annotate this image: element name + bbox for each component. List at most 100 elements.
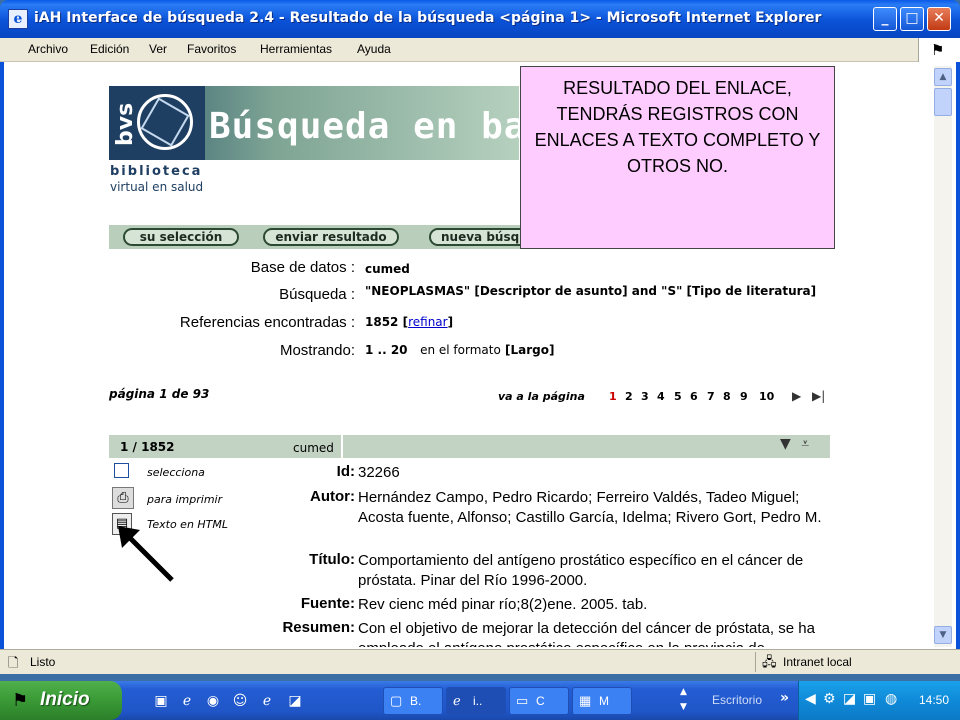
banner-headline: Búsqueda en bases: [209, 106, 519, 147]
quicklaunch-browser-icon[interactable]: ℯ: [258, 692, 276, 710]
minimize-button[interactable]: _: [873, 7, 897, 31]
menu-archivo[interactable]: Archivo: [28, 42, 68, 56]
folder-icon: ▭: [516, 693, 529, 708]
tray-antivirus-icon[interactable]: ◍: [885, 691, 897, 707]
window-title: iAH Interface de búsqueda 2.4 - Resultad…: [34, 10, 822, 26]
showing-range: 1 .. 20: [365, 343, 408, 357]
abstract-label: Resumen:: [282, 619, 355, 636]
record-database: cumed: [293, 441, 334, 455]
scroll-down-arrow-icon[interactable]: ▼: [934, 626, 952, 644]
record-nav: ▼ ⩡: [780, 436, 809, 452]
page-link-3[interactable]: 3: [641, 390, 649, 403]
window-titlebar[interactable]: e iAH Interface de búsqueda 2.4 - Result…: [0, 0, 960, 38]
search-query-value: "NEOPLASMAS" [Descriptor de asunto] and …: [365, 284, 817, 298]
menu-ayuda[interactable]: Ayuda: [357, 42, 391, 56]
bvs-logo-text: bvs: [113, 102, 138, 146]
taskbar: ⚑ Inicio ▣ ℯ ◉ ☺ ℯ ◪ ▢ B. ℯ i.. ▭ C ▦ M …: [0, 681, 960, 720]
references-count: 1852: [365, 315, 399, 329]
quicklaunch-desktop-icon[interactable]: ▣: [152, 692, 170, 710]
taskbar-item-ie[interactable]: ℯ i..: [446, 687, 506, 715]
page-link-5[interactable]: 5: [674, 390, 682, 403]
ie-taskbar-icon: ℯ: [453, 693, 461, 708]
record-counter: 1 / 1852: [120, 440, 175, 454]
page-link-2[interactable]: 2: [625, 390, 633, 403]
showing-value: 1 .. 20 en el formato [Largo]: [365, 343, 555, 357]
record-header-right: [343, 435, 830, 458]
last-page-icon[interactable]: ▶|: [812, 389, 825, 403]
refine-link[interactable]: refinar: [408, 315, 448, 329]
start-button[interactable]: ⚑ Inicio: [0, 681, 122, 720]
system-tray: ◀ ⚙ ◪ ▣ ◍ 14:50: [798, 681, 960, 720]
tray-network-icon[interactable]: ⚙: [823, 691, 836, 707]
taskbar-scroll[interactable]: ▲ ▼: [680, 685, 687, 715]
windows-flag-icon: ⚑: [918, 38, 960, 62]
clock[interactable]: 14:50: [919, 693, 949, 707]
bvs-banner: bvs Búsqueda en bases: [109, 86, 519, 160]
send-result-button[interactable]: enviar resultado: [263, 228, 399, 246]
taskbar-item-b[interactable]: ▢ B.: [383, 687, 443, 715]
last-record-icon[interactable]: ⩡: [801, 436, 809, 452]
page-link-8[interactable]: 8: [723, 390, 731, 403]
source-value: Rev cienc méd pinar río;8(2)ene. 2005. t…: [358, 596, 648, 613]
page-link-10[interactable]: 10: [759, 390, 774, 403]
taskbar-scroll-up-icon[interactable]: ▲: [680, 685, 687, 700]
title-value: Comportamiento del antígeno prostático e…: [358, 552, 804, 589]
status-bar: 🗋 Listo 🖧 Intranet local: [0, 649, 960, 674]
page-link-6[interactable]: 6: [690, 390, 698, 403]
page-link-9[interactable]: 9: [740, 390, 748, 403]
quicklaunch-media-icon[interactable]: ◉: [204, 692, 222, 710]
your-selection-button[interactable]: su selección: [123, 228, 239, 246]
id-label: Id:: [336, 463, 355, 480]
print-label: para imprimir: [147, 493, 223, 506]
tray-monitor-icon[interactable]: ▣: [863, 691, 876, 707]
tray-app-icon[interactable]: ◪: [843, 691, 856, 707]
quicklaunch-messenger-icon[interactable]: ☺: [231, 692, 249, 710]
taskbar-item-b-label: B.: [410, 694, 422, 708]
menu-favoritos[interactable]: Favoritos: [187, 42, 236, 56]
menu-edicion[interactable]: Edición: [90, 42, 129, 56]
taskbar-item-ie-label: i..: [473, 694, 483, 708]
taskbar-scroll-down-icon[interactable]: ▼: [680, 700, 687, 715]
page-link-7[interactable]: 7: [707, 390, 715, 403]
quicklaunch-ie-icon[interactable]: ℯ: [178, 692, 196, 710]
select-checkbox[interactable]: [114, 463, 129, 478]
page-link-4[interactable]: 4: [657, 390, 665, 403]
status-text: Listo: [30, 655, 56, 669]
database-label: Base de datos :: [250, 259, 355, 276]
menu-herramientas[interactable]: Herramientas: [260, 42, 332, 56]
maximize-button[interactable]: □: [900, 7, 924, 31]
goto-page-label: va a la página: [498, 390, 585, 403]
result-nav-bar: su selección enviar resultado nueva búsq…: [109, 225, 539, 249]
printer-icon[interactable]: ⎙: [112, 487, 134, 509]
vertical-scrollbar[interactable]: ▲ ▼: [934, 66, 952, 647]
taskbar-item-c[interactable]: ▭ C: [509, 687, 569, 715]
scroll-up-arrow-icon[interactable]: ▲: [934, 68, 952, 86]
source-label: Fuente:: [300, 595, 355, 612]
menu-ver[interactable]: Ver: [149, 42, 167, 56]
search-label: Búsqueda :: [279, 286, 355, 303]
banner-subtitle-virtual: virtual en salud: [110, 180, 204, 194]
showing-label: Mostrando:: [279, 342, 355, 359]
close-button[interactable]: ✕: [927, 7, 951, 31]
format-value[interactable]: Largo: [510, 343, 549, 357]
presentation-icon: ▦: [579, 693, 592, 708]
app-window-icon: ▢: [390, 693, 403, 708]
references-value: 1852 [refinar]: [365, 315, 454, 329]
intranet-zone-icon: 🖧: [762, 655, 777, 670]
quicklaunch-app-icon[interactable]: ◪: [286, 692, 304, 710]
bvs-logo: bvs: [109, 86, 205, 160]
title-label: Título:: [309, 551, 355, 568]
tray-back-icon[interactable]: ◀: [805, 691, 816, 707]
page-link-1[interactable]: 1: [609, 390, 617, 403]
start-label: Inicio: [40, 689, 90, 710]
next-page-icon[interactable]: ▶: [792, 389, 801, 403]
author-label: Autor:: [310, 488, 355, 505]
banner-subtitle-biblioteca: biblioteca: [110, 164, 203, 179]
desktop-toolbar-label[interactable]: Escritorio: [712, 693, 762, 707]
next-record-icon[interactable]: ▼: [780, 436, 791, 452]
toolbar-chevron-icon[interactable]: »: [780, 690, 789, 706]
taskbar-item-m[interactable]: ▦ M: [572, 687, 632, 715]
select-label: selecciona: [147, 466, 205, 479]
scroll-thumb[interactable]: [934, 88, 952, 116]
status-divider: [755, 652, 756, 672]
